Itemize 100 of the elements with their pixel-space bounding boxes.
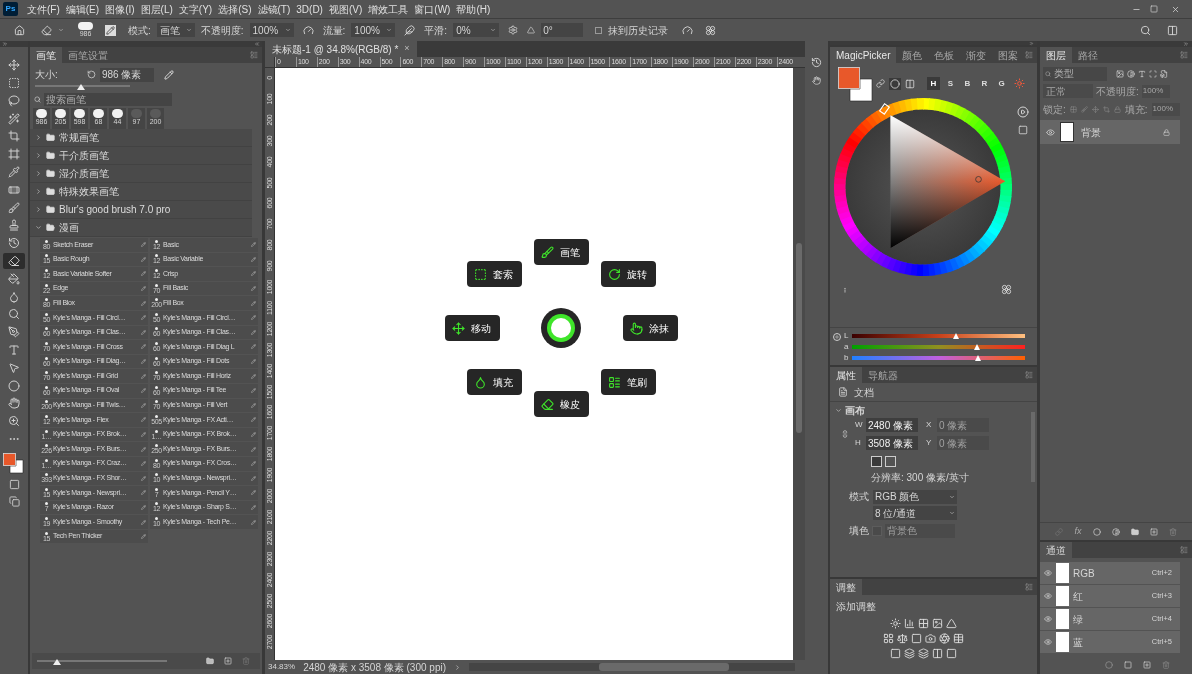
folder-name: 特殊效果画笔 [59,185,119,199]
panel-tab[interactable]: 通道 [1040,542,1072,558]
brush-folder[interactable]: 漫画 [30,219,252,237]
fill-label: 填充: [1124,102,1148,117]
panel-tab[interactable]: 属性 [830,367,862,383]
mode-button[interactable]: G [995,77,1008,90]
menu-item[interactable]: 帮助(H) [453,1,494,17]
panel-tab[interactable]: 色板 [928,47,961,63]
menu-item[interactable]: 增效工具 [365,1,412,17]
menu-item[interactable]: 视图(V) [325,1,366,17]
slider-label: a [844,340,849,353]
opacity-label: 不透明度: [1096,84,1139,99]
radial-menu-item[interactable]: 笔刷 [601,369,656,395]
menu-item[interactable]: 选择(S) [215,1,255,17]
dimension-field: 0 像素 [937,436,989,450]
channel-name: 红 [1073,589,1084,604]
filter-dropdown[interactable]: 类型 [1043,66,1107,81]
radial-menu-item[interactable]: 旋转 [601,261,656,287]
slider-label: b [844,351,849,364]
bit-depth-dropdown[interactable]: 8 位/通道 [873,506,957,520]
menu-item[interactable]: 编辑(E) [62,1,103,17]
menu-item[interactable]: 文字(Y) [175,1,216,17]
folder-name: 漫画 [59,221,79,235]
close-tab-button[interactable]: × [404,42,410,56]
color-mode-dropdown[interactable]: RGB 颜色 [873,489,957,504]
app-logo[interactable]: Ps [3,2,18,16]
mode-dropdown[interactable]: 画笔 [156,23,195,37]
radial-menu-item[interactable]: 套索 [467,261,522,287]
size-field[interactable]: 986 像素 [100,67,154,82]
mode-label: 模式: [128,23,151,38]
brush-folder[interactable]: 湿介质画笔 [30,165,252,183]
field-label: Y [926,437,933,449]
radial-menu-item[interactable]: 画笔 [534,239,589,265]
field-label: X [926,419,933,431]
field-label: W [855,419,862,431]
panel-tab[interactable]: 图层 [1040,47,1072,63]
panel-tab[interactable]: 画笔设置 [62,47,114,63]
brush-folder[interactable]: Blur's good brush 7.0 pro [30,201,252,219]
panel-tab[interactable]: 导航器 [862,367,904,383]
mode-button[interactable]: H [927,77,940,90]
folder-name: Blur's good brush 7.0 pro [59,203,171,217]
field-label: H [855,437,862,449]
resolution-text: 分辨率: 300 像素/英寸 [871,471,970,485]
mode-button[interactable]: S [944,77,957,90]
panel-tab[interactable]: 图案 [992,47,1025,63]
menu-item[interactable]: 滤镜(T) [254,1,294,17]
folder-name: 湿介质画笔 [59,167,109,181]
document-info: 2480 像素 x 3508 像素 (300 ppi) [303,660,446,674]
channel-name: 绿 [1073,612,1084,627]
panel-tab[interactable]: 路径 [1072,47,1104,63]
mode-button[interactable]: B [961,77,974,90]
folder-name: 干介质画笔 [59,149,109,163]
size-label: 大小: [35,68,59,82]
document-title: 未标题-1 @ 34.8%(RGB/8) * [272,42,399,57]
smoothing-label: 平滑: [424,23,448,38]
dimension-field: 0 像素 [937,418,989,432]
opacity-field: 100% [1141,84,1170,98]
document-label: 文档 [854,385,874,400]
slider-label: L [844,329,849,342]
radial-menu-item[interactable]: 移动 [445,315,500,341]
mode-button[interactable]: R [978,77,991,90]
fill-label: 填色 [849,524,869,538]
dimension-field[interactable]: 3508 像素 [866,436,918,450]
flow-field[interactable]: 100% [351,23,396,37]
mode-label: 模式 [849,490,869,504]
flow-label: 流量: [322,23,346,38]
radial-menu-item[interactable]: 橡皮 [534,391,589,417]
layer-name: 背景 [1081,125,1102,140]
menu-item[interactable]: 文件(F) [24,1,63,17]
zoom-level[interactable]: 34.83% [268,661,296,673]
panel-tab[interactable]: 颜色 [896,47,929,63]
fill-field: 100% [1151,102,1180,116]
lock-label: 锁定: [1043,102,1066,117]
menu-item[interactable]: 3D(D) [293,1,326,17]
menu-item[interactable]: 窗口(W) [411,1,454,17]
document-tab[interactable]: 未标题-1 @ 34.8%(RGB/8) * × [265,41,417,57]
channel-name: 蓝 [1073,635,1084,650]
radial-menu-item[interactable]: 填充 [467,369,522,395]
menu-item[interactable]: 图层(L) [137,1,176,17]
channel-name: RGB [1073,566,1096,581]
opacity-label: 不透明度: [200,23,244,38]
brush-folder[interactable]: 干介质画笔 [30,147,252,165]
dimension-field[interactable]: 2480 像素 [866,418,918,432]
canvas[interactable]: 画笔 旋转 涂抹 笔刷 橡皮 填充 移动 套索 [275,68,793,660]
erase-to-history-label: 抹到历史记录 [608,23,669,38]
brush-folder[interactable]: 特殊效果画笔 [30,183,252,201]
opacity-field[interactable]: 100% [249,23,294,37]
brush-folder[interactable]: 常规画笔 [30,129,252,147]
panel-tab[interactable]: MagicPicker [830,47,897,63]
panel-tab[interactable]: 调整 [830,579,862,595]
angle-field[interactable]: 0° [541,23,584,37]
layer-row[interactable]: 背景 [1040,120,1180,144]
panel-tab[interactable]: 画笔 [30,47,62,63]
folder-name: 常规画笔 [59,131,99,145]
radial-menu-item[interactable]: 涂抹 [623,315,678,341]
panel-tab[interactable]: 渐变 [960,47,993,63]
section-header[interactable]: 画布 [835,402,1029,418]
add-adjustment-label: 添加调整 [835,600,877,614]
menu-item[interactable]: 图像(I) [102,1,138,17]
smoothing-field[interactable]: 0% [453,23,500,37]
